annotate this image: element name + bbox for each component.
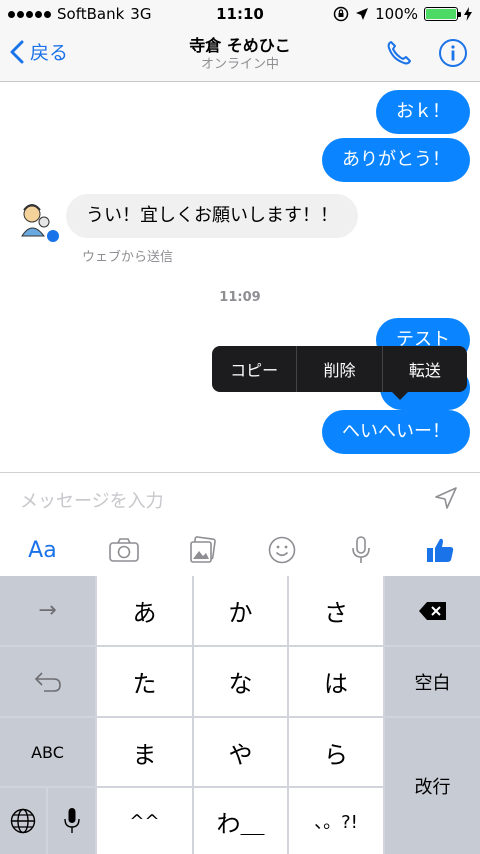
message-outgoing[interactable]: おｋ！ xyxy=(376,90,470,134)
info-icon[interactable] xyxy=(438,38,468,68)
smiley-icon xyxy=(269,536,296,564)
photo-button[interactable] xyxy=(164,524,243,576)
message-context-menu: コピー 削除 転送 xyxy=(212,346,467,400)
return-key[interactable]: 改行 xyxy=(385,718,480,854)
key-na[interactable]: な xyxy=(194,647,287,716)
copy-menu-item[interactable]: コピー xyxy=(212,346,298,392)
key-ma[interactable]: ま xyxy=(97,718,192,786)
space-key[interactable]: 空白 xyxy=(385,647,480,716)
phone-icon[interactable] xyxy=(384,38,414,68)
messenger-badge-icon xyxy=(45,228,61,244)
key-emoticon[interactable]: ^^ xyxy=(97,788,192,854)
like-button[interactable] xyxy=(401,524,480,576)
key-ha[interactable]: は xyxy=(289,647,383,716)
key-next-arrow[interactable]: → xyxy=(0,576,95,645)
abc-key[interactable]: ABC xyxy=(0,718,95,786)
navigation-bar: 戻る 寺倉 そめひこ オンライン中 xyxy=(0,28,480,82)
thumbs-up-icon xyxy=(427,538,454,562)
status-right: 100% xyxy=(333,5,472,23)
battery-percent: 100% xyxy=(375,5,418,23)
forward-menu-item[interactable]: 転送 xyxy=(383,346,467,392)
message-outgoing[interactable]: ありがとう！ xyxy=(322,138,470,182)
camera-icon xyxy=(109,538,140,562)
key-wa[interactable]: わ＿ xyxy=(194,788,287,854)
microphone-icon xyxy=(63,808,80,833)
undo-icon xyxy=(34,671,61,692)
photo-gallery-icon xyxy=(190,536,217,563)
key-sa[interactable]: さ xyxy=(289,576,383,645)
delete-key[interactable] xyxy=(385,576,480,645)
keyboard: → あ か さ た な は 空白 ABC ま や ら 改行 ^^ わ＿ 、。?! xyxy=(0,576,480,854)
send-icon[interactable] xyxy=(434,486,458,510)
backspace-icon xyxy=(418,601,446,620)
message-incoming[interactable]: うい！宜しくお願いします！！ xyxy=(66,194,358,238)
message-outgoing[interactable]: へいへいー！ xyxy=(322,410,470,454)
key-ka[interactable]: か xyxy=(194,576,287,645)
key-a[interactable]: あ xyxy=(97,576,192,645)
delete-menu-item[interactable]: 削除 xyxy=(297,346,383,392)
composer-toolbar: Aa xyxy=(0,524,480,576)
sticker-button[interactable] xyxy=(243,524,322,576)
message-input[interactable]: メッセージを入力 xyxy=(20,487,164,513)
globe-icon xyxy=(10,808,36,834)
dictation-key[interactable] xyxy=(48,788,95,854)
location-icon xyxy=(356,8,369,20)
key-punctuation[interactable]: 、。?! xyxy=(289,788,383,854)
status-bar: SoftBank 3G 11:10 100% xyxy=(0,0,480,28)
microphone-icon xyxy=(352,536,371,563)
key-ta[interactable]: た xyxy=(97,647,192,716)
rotation-lock-icon xyxy=(333,6,349,22)
key-ra[interactable]: ら xyxy=(289,718,383,786)
key-ya[interactable]: や xyxy=(194,718,287,786)
voice-button[interactable] xyxy=(322,524,401,576)
message-composer: メッセージを入力 xyxy=(0,472,480,524)
globe-key[interactable] xyxy=(0,788,46,854)
battery-icon xyxy=(424,7,461,21)
undo-key[interactable] xyxy=(0,647,95,716)
charging-icon xyxy=(464,7,472,21)
sent-via-label: ウェブから送信 xyxy=(82,250,174,265)
camera-button[interactable] xyxy=(85,524,164,576)
message-list[interactable]: おｋ！ ありがとう！ うい！宜しくお願いします！！ ウェブから送信 11:09 … xyxy=(0,82,480,472)
timestamp: 11:09 xyxy=(219,290,261,305)
text-format-button[interactable]: Aa xyxy=(0,524,85,576)
avatar[interactable] xyxy=(10,194,61,244)
